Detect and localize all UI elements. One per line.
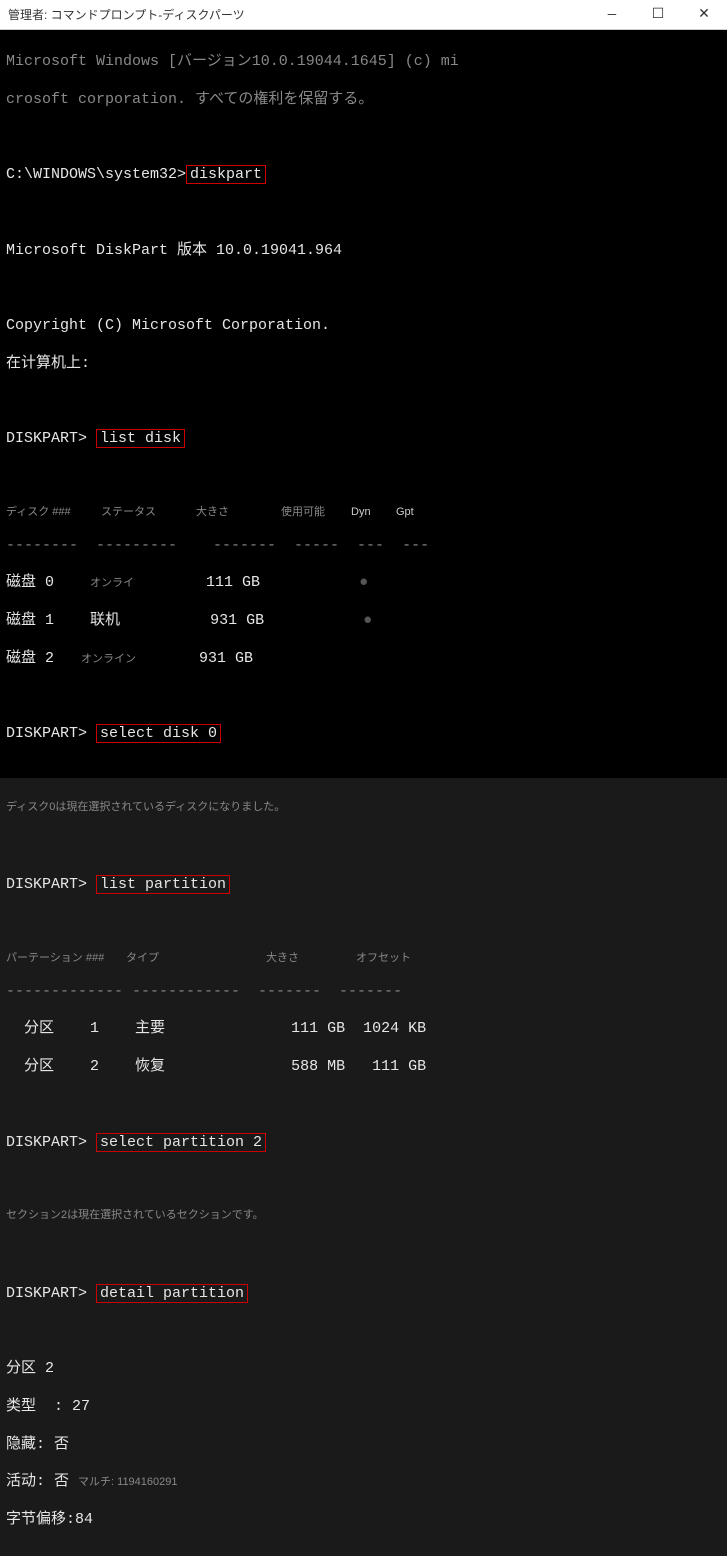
maximize-button[interactable]: ☐ (635, 0, 681, 30)
detail-line: 分区 2 (6, 1360, 721, 1379)
prompt-detail-partition: DISKPART> detail partition (6, 1285, 721, 1304)
table-row: 分区 1 主要 111 GB 1024 KB (6, 1020, 721, 1039)
detail-line: 类型 : 27 (6, 1398, 721, 1417)
cmd-list-disk: list disk (96, 429, 185, 448)
minimize-button[interactable]: ― (589, 0, 635, 30)
partition-selected-msg: セクション2は現在選択されているセクションです。 (6, 1209, 721, 1228)
prompt-list-partition: DISKPART> list partition (6, 876, 721, 895)
detail-line: 隐藏: 否 (6, 1436, 721, 1455)
cmd-diskpart: diskpart (186, 165, 266, 184)
prompt-list-disk: DISKPART> list disk (6, 430, 721, 449)
close-button[interactable]: ✕ (681, 0, 727, 30)
prompt-select-partition: DISKPART> select partition 2 (6, 1134, 721, 1153)
window-controls: ― ☐ ✕ (589, 0, 727, 30)
detail-line: 活动: 否 マルチ: 1194160291 (6, 1473, 721, 1492)
disk-table-header: ディスク ### ステータス 大きさ 使用可能 Dyn Gpt (6, 506, 721, 518)
table-row: 磁盘 0 オンライ 111 GB ● (6, 574, 721, 593)
table-row: 磁盘 2 オンライン 931 GB (6, 650, 721, 669)
on-computer-line: 在计算机上: (6, 355, 721, 374)
diskpart-version: Microsoft DiskPart 版本 10.0.19041.964 (6, 242, 721, 261)
cmd-detail-partition: detail partition (96, 1284, 248, 1303)
table-row: 分区 2 恢复 588 MB 111 GB (6, 1058, 721, 1077)
table-row: 磁盘 1 联机 931 GB ● (6, 612, 721, 631)
detail-line: 字节偏移:84 (6, 1511, 721, 1530)
cmd-list-partition: list partition (96, 875, 230, 894)
diskpart-copyright: Copyright (C) Microsoft Corporation. (6, 317, 721, 336)
cmd-select-disk: select disk 0 (96, 724, 221, 743)
window-title: 管理者: コマンドプロンプト-ディスクパーツ (8, 6, 245, 23)
prompt-select-disk: DISKPART> select disk 0 (6, 725, 721, 744)
partition-table-header: パーテーション ### タイプ 大きさ オフセット (6, 952, 721, 964)
windows-copyright-line: crosoft corporation. すべての権利を保留する。 (6, 91, 721, 110)
cmd-select-partition: select partition 2 (96, 1133, 266, 1152)
prompt-diskpart: C:\WINDOWS\system32>diskpart (6, 166, 721, 185)
windows-version-line: Microsoft Windows [バージョン10.0.19044.1645]… (6, 53, 721, 72)
terminal-output[interactable]: Microsoft Windows [バージョン10.0.19044.1645]… (0, 30, 727, 778)
window-titlebar: 管理者: コマンドプロンプト-ディスクパーツ ― ☐ ✕ (0, 0, 727, 30)
disk-selected-msg: ディスク0は現在選択されているディスクになりました。 (6, 801, 721, 820)
